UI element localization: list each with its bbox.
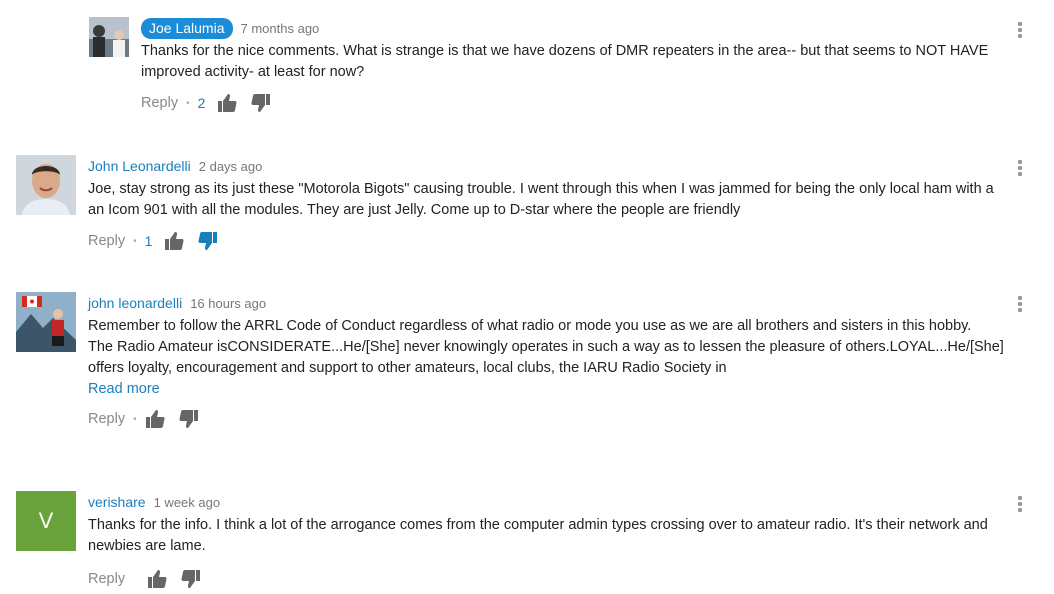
thumbs-down-icon[interactable] (251, 93, 271, 113)
comment-time[interactable]: 2 days ago (199, 159, 263, 174)
author-name[interactable]: John Leonardelli (88, 158, 191, 174)
author-name[interactable]: verishare (88, 494, 146, 510)
reply-button[interactable]: Reply (88, 411, 125, 427)
reply-button[interactable]: Reply (88, 571, 125, 587)
author-name[interactable]: Joe Lalumia (141, 17, 233, 39)
avatar[interactable] (16, 292, 76, 352)
more-options-icon[interactable] (1016, 22, 1024, 42)
comment-text-paragraph-1: Remember to follow the ARRL Code of Cond… (88, 318, 972, 334)
comment-text: Thanks for the nice comments. What is st… (141, 43, 989, 80)
more-options-icon[interactable] (1016, 296, 1024, 316)
avatar-letter[interactable]: V (16, 491, 76, 551)
thumbs-down-icon-active[interactable] (198, 231, 218, 251)
avatar[interactable] (89, 17, 129, 57)
comment-reply-joe: Joe Lalumia 7 months ago Thanks for the … (0, 0, 1054, 130)
comment-actions: Reply (88, 567, 1008, 591)
comment-verishare: V verishare 1 week ago Thanks for the in… (0, 465, 1054, 588)
reply-button[interactable]: Reply (141, 95, 178, 111)
separator-dot: • (133, 235, 137, 247)
comment-time[interactable]: 7 months ago (241, 21, 320, 36)
comment-text-paragraph-2: The Radio Amateur isCONSIDERATE...He/[Sh… (88, 339, 1004, 376)
avatar[interactable] (16, 155, 76, 215)
thumbs-down-icon[interactable] (179, 409, 199, 429)
comment-actions: Reply • (88, 407, 1008, 431)
comment-actions: Reply • 2 (141, 91, 1001, 115)
thumbs-up-icon[interactable] (147, 569, 167, 589)
comment-time[interactable]: 16 hours ago (190, 296, 266, 311)
thumbs-up-icon[interactable] (217, 93, 237, 113)
thumbs-up-icon[interactable] (145, 409, 165, 429)
more-options-icon[interactable] (1016, 496, 1024, 516)
comment-time[interactable]: 1 week ago (154, 495, 221, 510)
comment-text: Joe, stay strong as its just these "Moto… (88, 181, 994, 218)
more-options-icon[interactable] (1016, 160, 1024, 180)
like-count: 2 (197, 95, 206, 111)
comment-actions: Reply • 1 (88, 229, 1008, 253)
comment-john-leonardelli: John Leonardelli 2 days ago Joe, stay st… (0, 130, 1054, 265)
comment-john-leonardelli-2: john leonardelli 16 hours ago Remember t… (0, 265, 1054, 465)
read-more-link[interactable]: Read more (88, 379, 1008, 399)
thumbs-up-icon[interactable] (164, 231, 184, 251)
comment-text: Thanks for the info. I think a lot of th… (88, 517, 988, 554)
separator-dot: • (133, 413, 137, 425)
reply-button[interactable]: Reply (88, 233, 125, 249)
like-count: 1 (144, 233, 153, 249)
author-name[interactable]: john leonardelli (88, 295, 182, 311)
thumbs-down-icon[interactable] (181, 569, 201, 589)
separator-dot: • (186, 97, 190, 109)
